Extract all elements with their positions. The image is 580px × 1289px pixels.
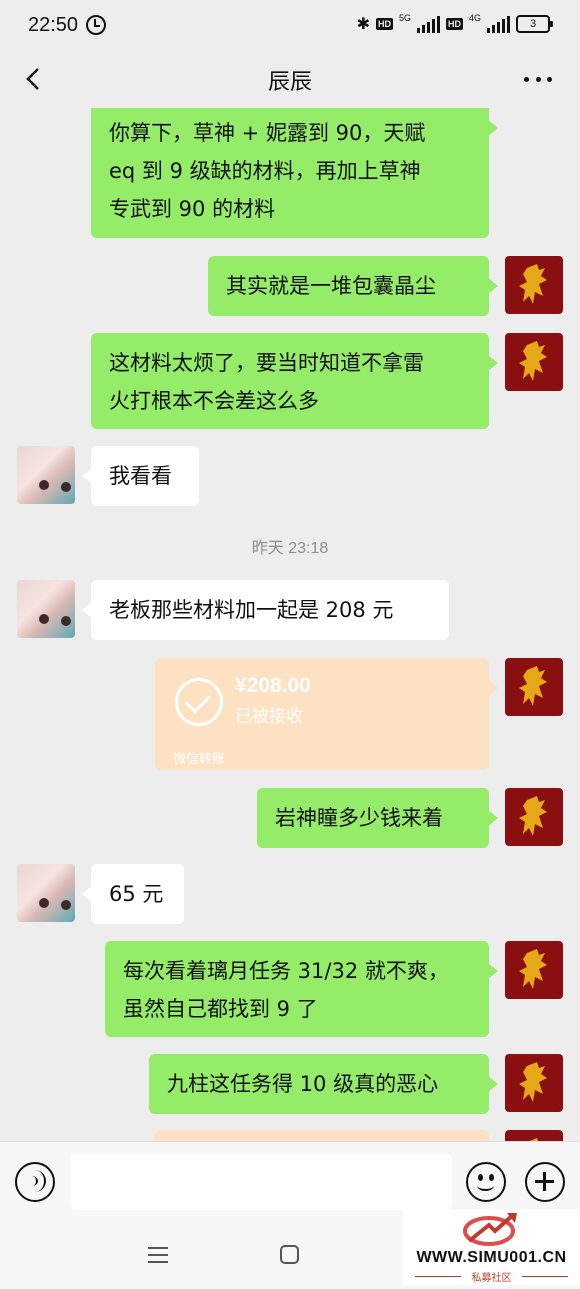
watermark: WWW.SIMU001.CN 私募社区: [403, 1209, 580, 1285]
chat-title: 辰辰: [267, 70, 312, 95]
message-bubble-self[interactable]: 岩神瞳多少钱来着: [257, 788, 498, 848]
self-avatar[interactable]: [505, 1130, 563, 1141]
status-bar: 22:50 ✱ HD 5G HD 4G 3: [0, 0, 580, 52]
message-text-line: 你算下，草神 + 妮露到 90，天赋: [109, 121, 426, 145]
message-bubble-contact[interactable]: 我看看: [82, 446, 199, 506]
add-attachment-icon[interactable]: [525, 1162, 565, 1202]
signal-icon-2: [487, 15, 510, 33]
transfer-card[interactable]: ¥208.00 已被接收 微信转账: [155, 658, 498, 770]
transfer-status: 已被接收: [235, 707, 303, 727]
liverbird-icon: [519, 341, 547, 381]
self-avatar[interactable]: [505, 256, 563, 314]
message-bubble-self[interactable]: 每次看着璃月任务 31/32 就不爽， 虽然自己都找到 9 了: [105, 941, 498, 1037]
liverbird-icon: [519, 796, 547, 836]
clock: 22:50: [28, 14, 79, 36]
self-avatar[interactable]: [505, 1054, 563, 1112]
transfer-source: 微信转账: [173, 752, 226, 767]
message-text-line: 其实就是一堆包囊晶尘: [226, 274, 436, 298]
network-label-2: 4G: [468, 13, 481, 23]
message-bubble-self[interactable]: 你算下，草神 + 妮露到 90，天赋 eq 到 9 级缺的材料，再加上草神 专武…: [91, 108, 498, 238]
message-text-line: 每次看着璃月任务 31/32 就不爽，: [123, 959, 449, 983]
more-options-icon[interactable]: [524, 77, 552, 83]
contact-avatar[interactable]: [17, 864, 75, 922]
recent-apps-icon[interactable]: [148, 1247, 168, 1263]
message-text-line: 我看看: [109, 464, 172, 488]
liverbird-icon: [529, 1138, 538, 1141]
message-text-line: 这材料太烦了，要当时知道不拿雷: [109, 351, 424, 375]
chat-header: 辰辰: [0, 52, 580, 108]
liverbird-icon: [519, 1062, 547, 1102]
message-bubble-self[interactable]: 这材料太烦了，要当时知道不拿雷 火打根本不会差这么多: [91, 333, 498, 429]
contact-avatar[interactable]: [17, 580, 75, 638]
battery-icon: 3: [516, 15, 553, 33]
avatar-detail: [61, 482, 71, 492]
liverbird-icon: [519, 264, 547, 304]
self-avatar[interactable]: [505, 788, 563, 846]
status-icons: ✱ HD 5G HD 4G 3: [356, 13, 553, 34]
hd-badge-2: HD: [445, 18, 463, 30]
home-icon[interactable]: [280, 1245, 299, 1264]
bluetooth-icon: ✱: [356, 16, 370, 33]
message-input[interactable]: [70, 1154, 452, 1210]
avatar-detail: [39, 480, 49, 490]
message-bubble-contact[interactable]: 65 元: [82, 864, 184, 924]
signal-icon: [416, 15, 440, 33]
liverbird-icon: [519, 666, 547, 706]
emoji-icon[interactable]: [466, 1162, 506, 1202]
transfer-card-partial[interactable]: [155, 1130, 489, 1141]
liverbird-icon: [519, 949, 547, 989]
message-text-line: 专武到 90 的材料: [109, 197, 276, 221]
watermark-logo-icon: [463, 1213, 517, 1246]
self-avatar[interactable]: [505, 658, 563, 716]
message-timestamp: 昨天 23:18: [251, 540, 329, 557]
avatar-detail: [39, 898, 49, 908]
message-text-line: 九柱这任务得 10 级真的恶心: [167, 1072, 439, 1096]
transfer-amount: ¥208.00: [235, 674, 311, 697]
check-circle-icon: [175, 678, 223, 726]
avatar-detail: [39, 614, 49, 624]
message-bubble-self[interactable]: 九柱这任务得 10 级真的恶心: [149, 1054, 498, 1114]
alarm-icon: [86, 15, 106, 35]
message-text-line: eq 到 9 级缺的材料，再加上草神: [109, 159, 421, 183]
network-label-1: 5G: [398, 13, 411, 23]
avatar-detail: [61, 900, 71, 910]
chat-messages[interactable]: 你算下，草神 + 妮露到 90，天赋 eq 到 9 级缺的材料，再加上草神 专武…: [0, 108, 580, 1141]
message-bubble-self[interactable]: 其实就是一堆包囊晶尘: [208, 256, 498, 316]
message-text-line: 岩神瞳多少钱来着: [275, 806, 443, 830]
message-text-line: 老板那些材料加一起是 208 元: [109, 598, 394, 622]
message-text-line: 火打根本不会差这么多: [109, 389, 319, 413]
watermark-subtext: 私募社区: [403, 1269, 580, 1284]
self-avatar[interactable]: [505, 941, 563, 999]
voice-input-icon[interactable]: [15, 1162, 55, 1202]
message-text-line: 虽然自己都找到 9 了: [123, 997, 318, 1021]
watermark-text: WWW.SIMU001.CN: [416, 1249, 567, 1266]
avatar-detail: [61, 616, 71, 626]
message-bubble-contact[interactable]: 老板那些材料加一起是 208 元: [82, 580, 449, 640]
hd-badge: HD: [375, 18, 393, 30]
message-text-line: 65 元: [109, 882, 164, 906]
self-avatar[interactable]: [505, 333, 563, 391]
contact-avatar[interactable]: [17, 446, 75, 504]
